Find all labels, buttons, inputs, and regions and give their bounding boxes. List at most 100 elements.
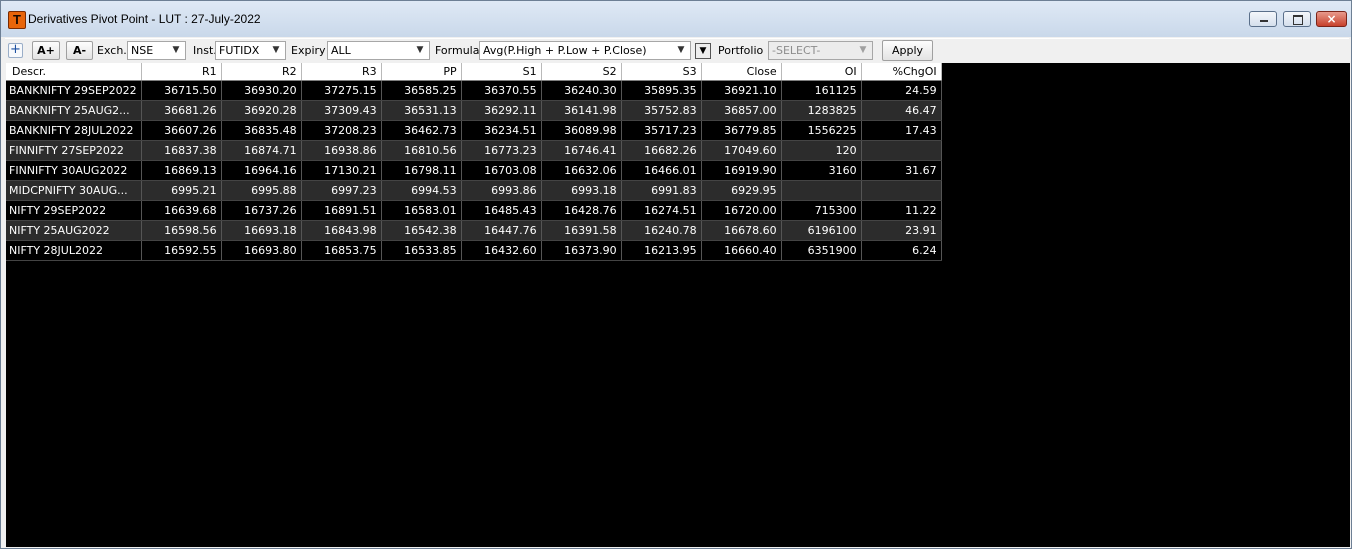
table-cell: 16373.90 xyxy=(541,240,622,261)
table-cell: NIFTY 25AUG2022 xyxy=(6,220,142,241)
column-header-r2[interactable]: R2 xyxy=(221,63,302,81)
table-cell: 1556225 xyxy=(781,120,862,141)
table-row[interactable]: BANKNIFTY 25AUG2... 36681.26 36920.28 37309… xyxy=(6,100,942,121)
table-cell: 16632.06 xyxy=(541,160,622,181)
column-header-s1[interactable]: S1 xyxy=(461,63,542,81)
expiry-dropdown[interactable]: ALL ▼ xyxy=(327,41,430,60)
table-cell: 6995.88 xyxy=(221,180,302,201)
column-header-r1[interactable]: R1 xyxy=(141,63,222,81)
pivot-table: Descr. R1 R2 R3 PP S1 S2 S3 Close OI %ChgOI BANKNI… xyxy=(6,63,942,261)
column-header-s2[interactable]: S2 xyxy=(541,63,622,81)
triangle-down-icon: ▼ xyxy=(699,46,707,56)
apply-button[interactable]: Apply xyxy=(882,40,933,61)
table-cell: 35752.83 xyxy=(621,100,702,121)
table-cell xyxy=(861,140,942,161)
table-cell: 16432.60 xyxy=(461,240,542,261)
table-cell: FINNIFTY 27SEP2022 xyxy=(6,140,142,161)
portfolio-label: Portfolio xyxy=(718,44,764,57)
portfolio-dropdown[interactable]: -SELECT- ▼ xyxy=(768,41,873,60)
app-logo-icon: T xyxy=(8,11,26,29)
maximize-button[interactable] xyxy=(1283,11,1311,27)
table-cell: 36234.51 xyxy=(461,120,542,141)
table-cell: 36370.55 xyxy=(461,80,542,101)
table-row[interactable]: BANKNIFTY 29SEP2022 36715.50 36930.20 37275… xyxy=(6,80,942,101)
table-cell: 36292.11 xyxy=(461,100,542,121)
table-row[interactable]: MIDCPNIFTY 30AUG... 6995.21 6995.88 6997.23… xyxy=(6,180,942,201)
table-cell: 16533.85 xyxy=(381,240,462,261)
table-cell: 16891.51 xyxy=(301,200,382,221)
table-row[interactable]: NIFTY 25AUG2022 16598.56 16693.18 16843.98 1… xyxy=(6,220,942,241)
table-cell: 16240.78 xyxy=(621,220,702,241)
close-icon: × xyxy=(1326,12,1337,26)
table-cell: 16837.38 xyxy=(141,140,222,161)
table-cell: 1283825 xyxy=(781,100,862,121)
table-cell: 16798.11 xyxy=(381,160,462,181)
table-cell xyxy=(861,180,942,201)
column-header-descr[interactable]: Descr. xyxy=(6,63,142,81)
table-cell: 6929.95 xyxy=(701,180,782,201)
table-cell: 16428.76 xyxy=(541,200,622,221)
table-cell: 36607.26 xyxy=(141,120,222,141)
table-row[interactable]: FINNIFTY 30AUG2022 16869.13 16964.16 17130.… xyxy=(6,160,942,181)
font-decrease-button[interactable]: A- xyxy=(66,41,93,60)
close-button[interactable]: × xyxy=(1316,11,1347,27)
table-cell: 16639.68 xyxy=(141,200,222,221)
instrument-dropdown[interactable]: FUTIDX ▼ xyxy=(215,41,286,60)
table-row[interactable]: FINNIFTY 27SEP2022 16837.38 16874.71 16938.… xyxy=(6,140,942,161)
table-cell: 23.91 xyxy=(861,220,942,241)
table-cell: 715300 xyxy=(781,200,862,221)
column-header-s3[interactable]: S3 xyxy=(621,63,702,81)
expiry-value: ALL xyxy=(331,44,351,57)
table-cell: 36240.30 xyxy=(541,80,622,101)
table-cell: 17.43 xyxy=(861,120,942,141)
table-cell: 16746.41 xyxy=(541,140,622,161)
column-header-chgoi[interactable]: %ChgOI xyxy=(861,63,942,81)
table-cell: 31.67 xyxy=(861,160,942,181)
formula-dropdown[interactable]: Avg(P.High + P.Low + P.Close) ▼ xyxy=(479,41,691,60)
table-cell: 16583.01 xyxy=(381,200,462,221)
table-cell: NIFTY 28JUL2022 xyxy=(6,240,142,261)
maximize-icon xyxy=(1293,15,1303,25)
minimize-button[interactable] xyxy=(1249,11,1277,27)
table-cell: 16874.71 xyxy=(221,140,302,161)
column-header-pp[interactable]: PP xyxy=(381,63,462,81)
table-row[interactable]: NIFTY 28JUL2022 16592.55 16693.80 16853.75 1… xyxy=(6,240,942,261)
table-cell: 6995.21 xyxy=(141,180,222,201)
table-cell: 6351900 xyxy=(781,240,862,261)
add-button[interactable]: + xyxy=(8,43,23,58)
table-cell: MIDCPNIFTY 30AUG... xyxy=(6,180,142,201)
table-cell: 36681.26 xyxy=(141,100,222,121)
table-cell: 36531.13 xyxy=(381,100,462,121)
table-cell: 24.59 xyxy=(861,80,942,101)
column-header-oi[interactable]: OI xyxy=(781,63,862,81)
portfolio-value: -SELECT- xyxy=(772,44,821,57)
font-increase-button[interactable]: A+ xyxy=(32,41,60,60)
table-cell: 37208.23 xyxy=(301,120,382,141)
table-cell: 36930.20 xyxy=(221,80,302,101)
table-cell xyxy=(781,180,862,201)
table-cell: 37275.15 xyxy=(301,80,382,101)
table-cell: 16938.86 xyxy=(301,140,382,161)
column-header-r3[interactable]: R3 xyxy=(301,63,382,81)
exchange-dropdown[interactable]: NSE ▼ xyxy=(127,41,186,60)
table-cell: BANKNIFTY 25AUG2... xyxy=(6,100,142,121)
column-header-close[interactable]: Close xyxy=(701,63,782,81)
table-cell: 16810.56 xyxy=(381,140,462,161)
table-cell: 36921.10 xyxy=(701,80,782,101)
title-bar[interactable]: T Derivatives Pivot Point - LUT : 27-Jul… xyxy=(1,1,1351,37)
table-cell: 120 xyxy=(781,140,862,161)
table-cell: 16447.76 xyxy=(461,220,542,241)
table-cell: 16466.01 xyxy=(621,160,702,181)
table-row[interactable]: BANKNIFTY 28JUL2022 36607.26 36835.48 37208… xyxy=(6,120,942,141)
table-cell: 16682.26 xyxy=(621,140,702,161)
table-cell: 16678.60 xyxy=(701,220,782,241)
table-cell: 37309.43 xyxy=(301,100,382,121)
table-cell: 16660.40 xyxy=(701,240,782,261)
table-cell: 36835.48 xyxy=(221,120,302,141)
table-cell: 6991.83 xyxy=(621,180,702,201)
table-row[interactable]: NIFTY 29SEP2022 16639.68 16737.26 16891.51 1… xyxy=(6,200,942,221)
table-cell: 16843.98 xyxy=(301,220,382,241)
table-cell: 16391.58 xyxy=(541,220,622,241)
minimize-icon xyxy=(1260,20,1268,22)
formula-toggle-button[interactable]: ▼ xyxy=(695,43,711,59)
